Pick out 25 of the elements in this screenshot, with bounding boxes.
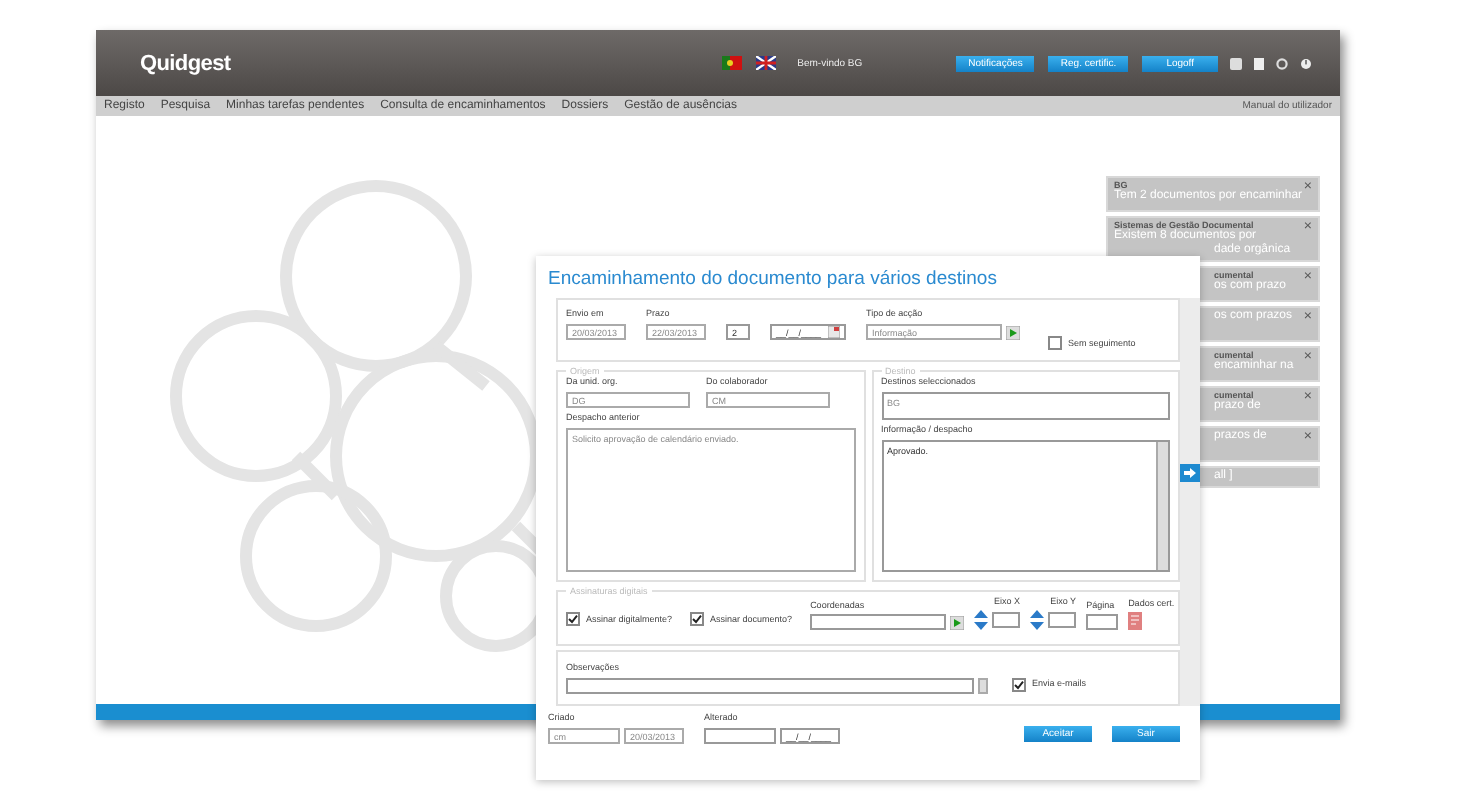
flag-icon[interactable] [721, 56, 742, 70]
up-down-arrows-icon[interactable] [974, 610, 989, 630]
input-field[interactable] [1048, 612, 1077, 628]
document-icon[interactable] [1254, 57, 1264, 69]
logo: Quidgest [140, 51, 231, 75]
dialog-title: Encaminhamento do documento para vários destinos [546, 266, 999, 294]
play-icon[interactable] [950, 615, 965, 629]
scrollbar[interactable] [1156, 442, 1168, 570]
checkbox[interactable] [1048, 336, 1062, 350]
calendar-icon[interactable] [828, 326, 840, 338]
checkbox[interactable] [690, 612, 705, 626]
play-icon[interactable] [1006, 325, 1020, 339]
certificate-icon[interactable] [1128, 612, 1143, 630]
checkbox[interactable] [1012, 677, 1026, 691]
flag-icon[interactable] [755, 56, 776, 70]
input-field[interactable] [704, 728, 776, 744]
up-down-arrows-icon[interactable] [1030, 610, 1045, 630]
input-field[interactable] [992, 612, 1021, 628]
input-field[interactable] [566, 678, 974, 694]
power-icon[interactable] [1300, 57, 1312, 69]
scrollbar[interactable] [978, 678, 988, 694]
input-field[interactable] [810, 614, 947, 630]
checkbox[interactable] [566, 612, 580, 626]
input-field[interactable] [1086, 614, 1119, 630]
arrow-right-icon[interactable] [1180, 463, 1200, 481]
